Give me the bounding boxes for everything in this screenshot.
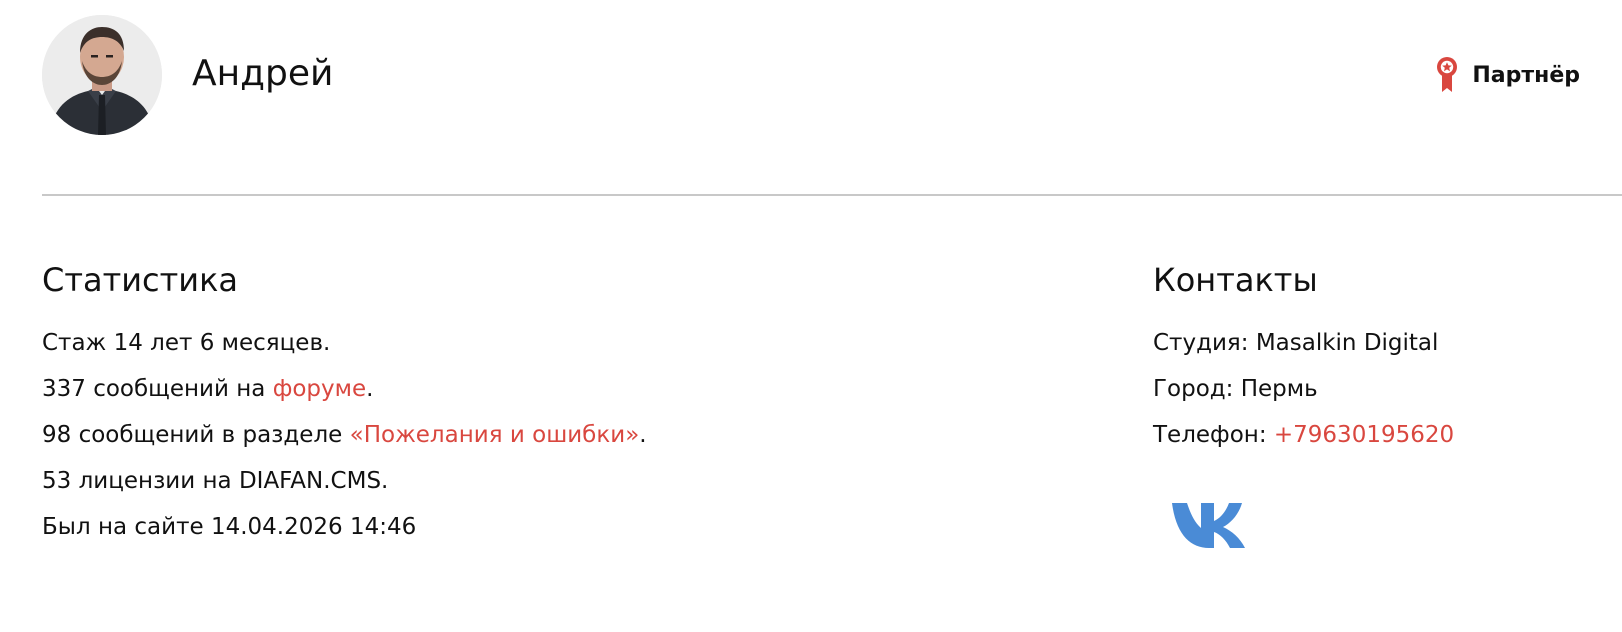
phone-link[interactable]: +79630195620 <box>1274 422 1454 448</box>
user-name: Андрей <box>192 53 334 94</box>
stat-forum-posts: 337 сообщений на форуме. <box>42 374 373 404</box>
award-ribbon-icon <box>1437 57 1458 92</box>
wishes-link[interactable]: «Пожелания и ошибки» <box>350 422 640 448</box>
stat-wishes-prefix: 98 сообщений в разделе <box>42 422 350 448</box>
stat-wishes-posts: 98 сообщений в разделе «Пожелания и ошиб… <box>42 420 647 450</box>
avatar <box>42 15 162 135</box>
contact-studio: Студия: Masalkin Digital <box>1153 330 1439 356</box>
avatar-image <box>42 15 162 135</box>
stat-experience: Стаж 14 лет 6 месяцев. <box>42 330 331 356</box>
stat-last-seen: Был на сайте 14.04.2026 14:46 <box>42 514 417 540</box>
contact-city: Город: Пермь <box>1153 376 1318 402</box>
vk-icon[interactable] <box>1170 500 1256 550</box>
partner-label: Партнёр <box>1472 62 1580 88</box>
stat-forum-prefix: 337 сообщений на <box>42 376 273 402</box>
stat-licenses: 53 лицензии на DIAFAN.CMS. <box>42 468 389 494</box>
forum-link[interactable]: форуме <box>273 376 366 402</box>
contact-phone-label: Телефон: <box>1153 422 1274 448</box>
stats-title: Статистика <box>42 261 238 299</box>
profile-page: Андрей Партнёр Статистика Стаж 14 лет 6 … <box>0 0 1622 632</box>
header-divider <box>42 194 1622 196</box>
stat-wishes-suffix: . <box>639 422 647 448</box>
partner-badge: Партнёр <box>1436 56 1580 94</box>
stat-forum-suffix: . <box>366 376 374 402</box>
contacts-title: Контакты <box>1153 261 1318 299</box>
contact-phone: Телефон: +79630195620 <box>1153 420 1454 450</box>
